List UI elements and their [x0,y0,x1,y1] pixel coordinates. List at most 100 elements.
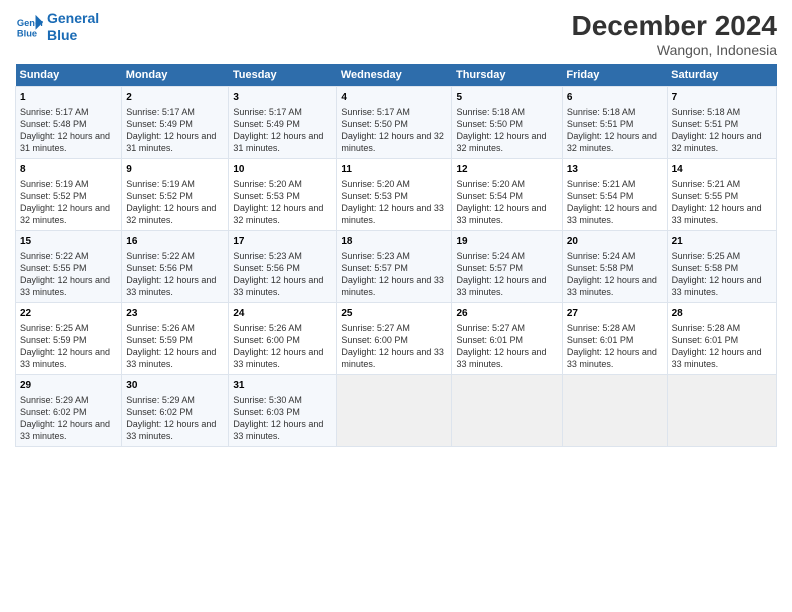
cell-0-0: 1 Sunrise: 5:17 AMSunset: 5:48 PMDayligh… [16,87,122,159]
day-number: 2 [126,91,224,105]
cell-info: Sunrise: 5:20 AMSunset: 5:53 PMDaylight:… [233,179,323,225]
cell-info: Sunrise: 5:18 AMSunset: 5:50 PMDaylight:… [456,107,546,153]
day-number: 20 [567,235,663,249]
cell-2-6: 21 Sunrise: 5:25 AMSunset: 5:58 PMDaylig… [667,231,776,303]
cell-info: Sunrise: 5:21 AMSunset: 5:54 PMDaylight:… [567,179,657,225]
day-number: 29 [20,379,117,393]
cell-3-1: 23 Sunrise: 5:26 AMSunset: 5:59 PMDaylig… [122,303,229,375]
cell-1-0: 8 Sunrise: 5:19 AMSunset: 5:52 PMDayligh… [16,159,122,231]
day-number: 26 [456,307,557,321]
logo-line2: Blue [47,27,77,43]
week-row-3: 15 Sunrise: 5:22 AMSunset: 5:55 PMDaylig… [16,231,777,303]
day-number: 9 [126,163,224,177]
svg-text:Blue: Blue [17,28,37,38]
cell-info: Sunrise: 5:19 AMSunset: 5:52 PMDaylight:… [126,179,216,225]
cell-info: Sunrise: 5:27 AMSunset: 6:01 PMDaylight:… [456,323,546,369]
cell-3-2: 24 Sunrise: 5:26 AMSunset: 6:00 PMDaylig… [229,303,337,375]
day-number: 25 [341,307,447,321]
title-block: December 2024 Wangon, Indonesia [572,10,777,58]
day-number: 15 [20,235,117,249]
day-number: 22 [20,307,117,321]
week-row-1: 1 Sunrise: 5:17 AMSunset: 5:48 PMDayligh… [16,87,777,159]
cell-1-5: 13 Sunrise: 5:21 AMSunset: 5:54 PMDaylig… [562,159,667,231]
cell-info: Sunrise: 5:24 AMSunset: 5:58 PMDaylight:… [567,251,657,297]
calendar-page: General Blue General Blue December 2024 … [0,0,792,612]
cell-4-6 [667,375,776,447]
cell-1-4: 12 Sunrise: 5:20 AMSunset: 5:54 PMDaylig… [452,159,562,231]
cell-info: Sunrise: 5:20 AMSunset: 5:53 PMDaylight:… [341,179,444,225]
day-number: 13 [567,163,663,177]
day-number: 4 [341,91,447,105]
cell-0-4: 5 Sunrise: 5:18 AMSunset: 5:50 PMDayligh… [452,87,562,159]
day-number: 3 [233,91,332,105]
cell-0-1: 2 Sunrise: 5:17 AMSunset: 5:49 PMDayligh… [122,87,229,159]
day-number: 17 [233,235,332,249]
cell-info: Sunrise: 5:26 AMSunset: 5:59 PMDaylight:… [126,323,216,369]
cell-3-3: 25 Sunrise: 5:27 AMSunset: 6:00 PMDaylig… [337,303,452,375]
day-number: 14 [672,163,772,177]
cell-2-4: 19 Sunrise: 5:24 AMSunset: 5:57 PMDaylig… [452,231,562,303]
cell-0-3: 4 Sunrise: 5:17 AMSunset: 5:50 PMDayligh… [337,87,452,159]
cell-info: Sunrise: 5:17 AMSunset: 5:50 PMDaylight:… [341,107,444,153]
cell-info: Sunrise: 5:23 AMSunset: 5:56 PMDaylight:… [233,251,323,297]
header-monday: Monday [122,64,229,87]
cell-info: Sunrise: 5:29 AMSunset: 6:02 PMDaylight:… [126,395,216,441]
cell-info: Sunrise: 5:17 AMSunset: 5:49 PMDaylight:… [233,107,323,153]
cell-1-2: 10 Sunrise: 5:20 AMSunset: 5:53 PMDaylig… [229,159,337,231]
cell-0-5: 6 Sunrise: 5:18 AMSunset: 5:51 PMDayligh… [562,87,667,159]
logo-line1: General [47,10,99,26]
week-row-2: 8 Sunrise: 5:19 AMSunset: 5:52 PMDayligh… [16,159,777,231]
cell-3-0: 22 Sunrise: 5:25 AMSunset: 5:59 PMDaylig… [16,303,122,375]
day-number: 18 [341,235,447,249]
header-row: Sunday Monday Tuesday Wednesday Thursday… [16,64,777,87]
day-number: 8 [20,163,117,177]
day-number: 31 [233,379,332,393]
cell-info: Sunrise: 5:19 AMSunset: 5:52 PMDaylight:… [20,179,110,225]
cell-1-3: 11 Sunrise: 5:20 AMSunset: 5:53 PMDaylig… [337,159,452,231]
day-number: 16 [126,235,224,249]
cell-info: Sunrise: 5:30 AMSunset: 6:03 PMDaylight:… [233,395,323,441]
cell-info: Sunrise: 5:17 AMSunset: 5:49 PMDaylight:… [126,107,216,153]
header-saturday: Saturday [667,64,776,87]
day-number: 6 [567,91,663,105]
cell-2-1: 16 Sunrise: 5:22 AMSunset: 5:56 PMDaylig… [122,231,229,303]
cell-info: Sunrise: 5:24 AMSunset: 5:57 PMDaylight:… [456,251,546,297]
day-number: 10 [233,163,332,177]
calendar-table: Sunday Monday Tuesday Wednesday Thursday… [15,64,777,447]
cell-info: Sunrise: 5:26 AMSunset: 6:00 PMDaylight:… [233,323,323,369]
cell-3-5: 27 Sunrise: 5:28 AMSunset: 6:01 PMDaylig… [562,303,667,375]
cell-3-6: 28 Sunrise: 5:28 AMSunset: 6:01 PMDaylig… [667,303,776,375]
cell-0-6: 7 Sunrise: 5:18 AMSunset: 5:51 PMDayligh… [667,87,776,159]
header-wednesday: Wednesday [337,64,452,87]
cell-info: Sunrise: 5:25 AMSunset: 5:59 PMDaylight:… [20,323,110,369]
cell-4-2: 31 Sunrise: 5:30 AMSunset: 6:03 PMDaylig… [229,375,337,447]
header-friday: Friday [562,64,667,87]
week-row-4: 22 Sunrise: 5:25 AMSunset: 5:59 PMDaylig… [16,303,777,375]
day-number: 21 [672,235,772,249]
cell-4-5 [562,375,667,447]
day-number: 5 [456,91,557,105]
cell-info: Sunrise: 5:28 AMSunset: 6:01 PMDaylight:… [567,323,657,369]
day-number: 27 [567,307,663,321]
cell-info: Sunrise: 5:28 AMSunset: 6:01 PMDaylight:… [672,323,762,369]
day-number: 23 [126,307,224,321]
cell-info: Sunrise: 5:20 AMSunset: 5:54 PMDaylight:… [456,179,546,225]
cell-1-1: 9 Sunrise: 5:19 AMSunset: 5:52 PMDayligh… [122,159,229,231]
day-number: 19 [456,235,557,249]
logo-text: General Blue [47,10,99,44]
cell-1-6: 14 Sunrise: 5:21 AMSunset: 5:55 PMDaylig… [667,159,776,231]
cell-3-4: 26 Sunrise: 5:27 AMSunset: 6:01 PMDaylig… [452,303,562,375]
cell-info: Sunrise: 5:23 AMSunset: 5:57 PMDaylight:… [341,251,444,297]
day-number: 11 [341,163,447,177]
cell-info: Sunrise: 5:18 AMSunset: 5:51 PMDaylight:… [567,107,657,153]
day-number: 7 [672,91,772,105]
cell-2-0: 15 Sunrise: 5:22 AMSunset: 5:55 PMDaylig… [16,231,122,303]
cell-0-2: 3 Sunrise: 5:17 AMSunset: 5:49 PMDayligh… [229,87,337,159]
day-number: 1 [20,91,117,105]
page-header: General Blue General Blue December 2024 … [15,10,777,58]
cell-2-3: 18 Sunrise: 5:23 AMSunset: 5:57 PMDaylig… [337,231,452,303]
cell-4-4 [452,375,562,447]
day-number: 12 [456,163,557,177]
header-thursday: Thursday [452,64,562,87]
logo-icon: General Blue [15,13,43,41]
